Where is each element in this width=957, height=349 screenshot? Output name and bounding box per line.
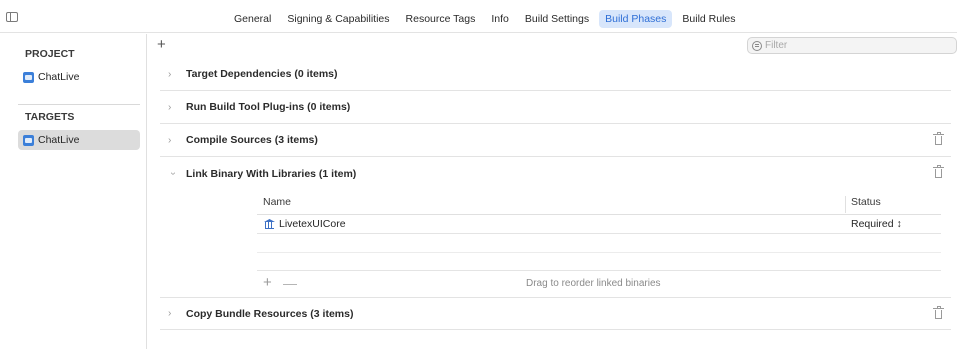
add-build-phase-button[interactable]: + xyxy=(157,36,166,53)
sidebar-item-label: ChatLive xyxy=(38,134,80,146)
tabs: General Signing & Capabilities Resource … xyxy=(228,10,742,28)
phase-target-dependencies[interactable]: › Target Dependencies (0 items) xyxy=(160,58,951,91)
build-phases-editor: + Filter › Target Dependencies (0 items)… xyxy=(148,34,957,349)
project-header: PROJECT xyxy=(25,48,75,60)
libraries-footer: + — Drag to reorder linked binaries xyxy=(257,270,941,295)
phase-title: Run Build Tool Plug-ins (0 items) xyxy=(186,101,351,113)
tab-info[interactable]: Info xyxy=(485,10,515,28)
table-row[interactable]: LivetexUICore Required ↕ xyxy=(257,215,941,234)
app-target-icon xyxy=(23,134,34,146)
chevron-right-icon[interactable]: › xyxy=(168,69,182,80)
chevron-down-icon[interactable]: › xyxy=(168,169,179,179)
sidebar-divider xyxy=(18,104,140,105)
column-separator xyxy=(845,196,846,213)
sidebar-item-label: ChatLive xyxy=(38,71,80,83)
targets-sidebar: PROJECT ChatLive TARGETS ChatLive xyxy=(0,34,147,349)
phase-title: Compile Sources (3 items) xyxy=(186,134,318,146)
targets-header: TARGETS xyxy=(25,111,75,123)
filter-field[interactable]: Filter xyxy=(747,37,957,54)
remove-library-button[interactable]: — xyxy=(283,275,297,291)
sidebar-item-project[interactable]: ChatLive xyxy=(18,67,140,87)
phase-title: Target Dependencies (0 items) xyxy=(186,68,338,80)
chevron-right-icon[interactable]: › xyxy=(168,135,182,146)
tab-resource-tags[interactable]: Resource Tags xyxy=(400,10,482,28)
phase-compile-sources[interactable]: › Compile Sources (3 items) xyxy=(160,124,951,157)
trash-icon[interactable] xyxy=(933,165,944,178)
phase-run-build-tool-plugins[interactable]: › Run Build Tool Plug-ins (0 items) xyxy=(160,91,951,124)
empty-row-divider xyxy=(257,252,941,253)
sidebar-toggle-icon[interactable] xyxy=(6,12,18,22)
xcodeproj-icon xyxy=(23,71,34,83)
editor-tab-bar: General Signing & Capabilities Resource … xyxy=(0,0,957,33)
phase-title: Copy Bundle Resources (3 items) xyxy=(186,307,354,320)
tab-general[interactable]: General xyxy=(228,10,277,28)
column-header-status[interactable]: Status xyxy=(851,196,881,208)
add-library-button[interactable]: + xyxy=(263,274,272,291)
status-popup[interactable]: Required ↕ xyxy=(851,218,902,230)
tab-signing-capabilities[interactable]: Signing & Capabilities xyxy=(281,10,395,28)
phase-title: Link Binary With Libraries (1 item) xyxy=(186,167,357,180)
filter-icon xyxy=(752,40,762,51)
filter-placeholder: Filter xyxy=(765,40,788,51)
column-header-name[interactable]: Name xyxy=(263,196,291,208)
phase-link-binary-with-libraries[interactable]: › Link Binary With Libraries (1 item) xyxy=(160,157,951,190)
tab-build-settings[interactable]: Build Settings xyxy=(519,10,595,28)
phase-copy-bundle-resources[interactable]: › Copy Bundle Resources (3 items) xyxy=(160,297,951,330)
chevron-right-icon[interactable]: › xyxy=(168,308,182,319)
tab-build-rules[interactable]: Build Rules xyxy=(676,10,741,28)
trash-icon[interactable] xyxy=(933,306,944,319)
library-icon xyxy=(264,219,275,229)
sidebar-item-target[interactable]: ChatLive xyxy=(18,130,140,150)
chevron-right-icon[interactable]: › xyxy=(168,102,182,113)
trash-icon[interactable] xyxy=(933,132,944,145)
reorder-hint: Drag to reorder linked binaries xyxy=(526,278,661,289)
tab-build-phases[interactable]: Build Phases xyxy=(599,10,673,28)
library-name: LivetexUICore xyxy=(279,218,346,230)
